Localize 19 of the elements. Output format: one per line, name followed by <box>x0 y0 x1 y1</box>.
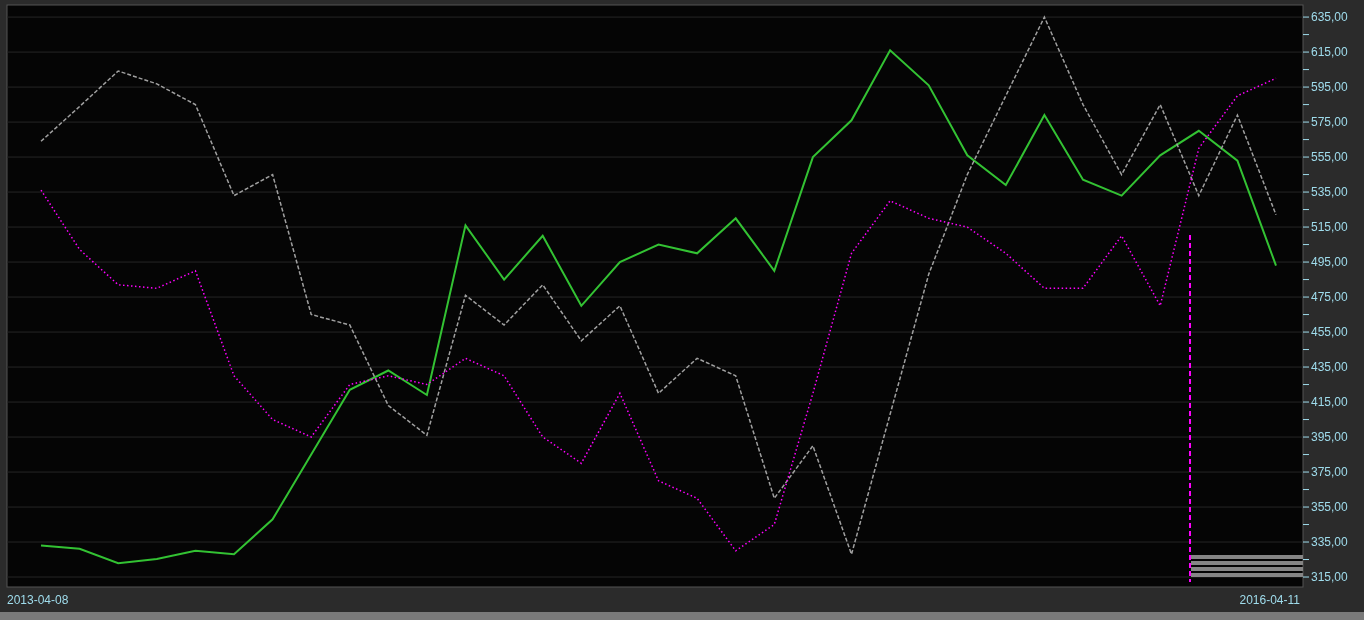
axis-label: 615,00 <box>1311 45 1348 60</box>
axis-label: 355,00 <box>1311 500 1348 515</box>
axis-label: 475,00 <box>1311 290 1348 305</box>
axis-label: 555,00 <box>1311 150 1348 165</box>
axis-label: 495,00 <box>1311 255 1348 270</box>
axis-label: 395,00 <box>1311 430 1348 445</box>
axis-label: 415,00 <box>1311 395 1348 410</box>
axis-label: 375,00 <box>1311 465 1348 480</box>
axis-label: 315,00 <box>1311 570 1348 585</box>
axis-label: 2016-04-11 <box>1239 593 1300 607</box>
axis-label: 455,00 <box>1311 325 1348 340</box>
axis-label: 595,00 <box>1311 80 1348 95</box>
axis-label: 635,00 <box>1311 10 1348 25</box>
axis-label: 535,00 <box>1311 185 1348 200</box>
axis-label: 515,00 <box>1311 220 1348 235</box>
axis-label: 2013-04-08 <box>7 593 69 607</box>
axis-label: 335,00 <box>1311 535 1348 550</box>
axis-label: 435,00 <box>1311 360 1348 375</box>
axis-label: 575,00 <box>1311 115 1348 130</box>
